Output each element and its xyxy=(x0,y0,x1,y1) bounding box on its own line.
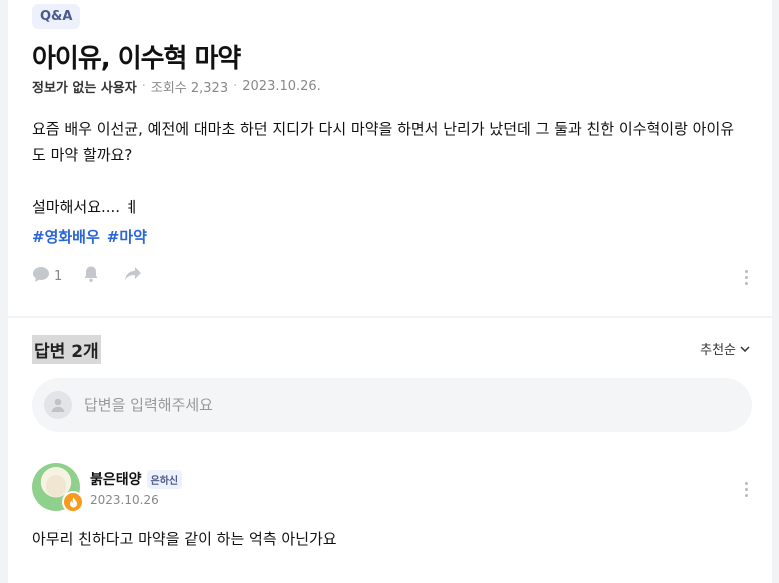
answers-section: 답변 2개 추천순 붉은태양 은하신 2023.10.26 아무리 친하다고 xyxy=(8,318,772,583)
hashtag-link[interactable]: #마약 xyxy=(107,226,147,247)
category-tag[interactable]: Q&A xyxy=(32,4,81,29)
answerer-name[interactable]: 붉은태양 xyxy=(90,469,142,489)
more-vertical-icon[interactable] xyxy=(744,270,748,285)
answers-count-title: 답변 2개 xyxy=(32,335,101,364)
body-line: 설마해서요.... ㅖ xyxy=(32,198,139,216)
separator: · xyxy=(141,79,146,94)
avatar-face xyxy=(46,475,66,497)
flame-icon xyxy=(62,491,84,513)
sort-dropdown[interactable]: 추천순 xyxy=(700,339,750,358)
answer-input-box[interactable] xyxy=(32,378,752,432)
answer-date: 2023.10.26 xyxy=(90,493,159,507)
bell-icon[interactable] xyxy=(82,265,100,287)
avatar[interactable] xyxy=(32,463,84,513)
answer-text: 아무리 친하다고 마약을 같이 하는 억측 아닌가요 xyxy=(32,530,337,548)
question-body: 요즘 배우 이선균, 예전에 대마초 하던 지디가 다시 마약을 하면서 난리가… xyxy=(32,116,762,220)
author-name[interactable]: 정보가 없는 사용자 xyxy=(32,77,137,96)
question-meta: 정보가 없는 사용자 · 조회수 2,323 · 2023.10.26. xyxy=(32,77,321,96)
sort-label: 추천순 xyxy=(700,343,736,358)
body-line: 도 마약 할까요? xyxy=(32,146,133,164)
action-bar: 1 xyxy=(32,265,142,287)
body-line: 요즘 배우 이선균, 예전에 대마초 하던 지디가 다시 마약을 하면서 난리가… xyxy=(32,120,735,138)
answer-input[interactable] xyxy=(82,395,686,415)
comment-icon[interactable] xyxy=(32,266,50,287)
more-vertical-icon[interactable] xyxy=(744,482,748,497)
answer-info: 붉은태양 은하신 2023.10.26 xyxy=(90,469,183,507)
hashtag-list: #영화배우 #마약 xyxy=(32,226,147,247)
name-row: 붉은태양 은하신 xyxy=(90,469,183,489)
view-count: 조회수 2,323 xyxy=(150,81,229,96)
post-date: 2023.10.26. xyxy=(242,79,321,94)
share-icon[interactable] xyxy=(124,266,142,286)
level-badge: 은하신 xyxy=(146,469,183,489)
answer-header: 붉은태양 은하신 2023.10.26 xyxy=(32,463,183,513)
chevron-down-icon xyxy=(740,341,750,356)
separator: · xyxy=(233,79,238,94)
question-card: Q&A 아이유, 이수혁 마약 정보가 없는 사용자 · 조회수 2,323 ·… xyxy=(8,0,772,316)
body-spacer xyxy=(32,168,762,194)
hashtag-link[interactable]: #영화배우 xyxy=(32,226,100,247)
question-title: 아이유, 이수혁 마약 xyxy=(32,44,241,74)
user-icon xyxy=(44,391,72,419)
comment-count: 1 xyxy=(54,268,63,284)
